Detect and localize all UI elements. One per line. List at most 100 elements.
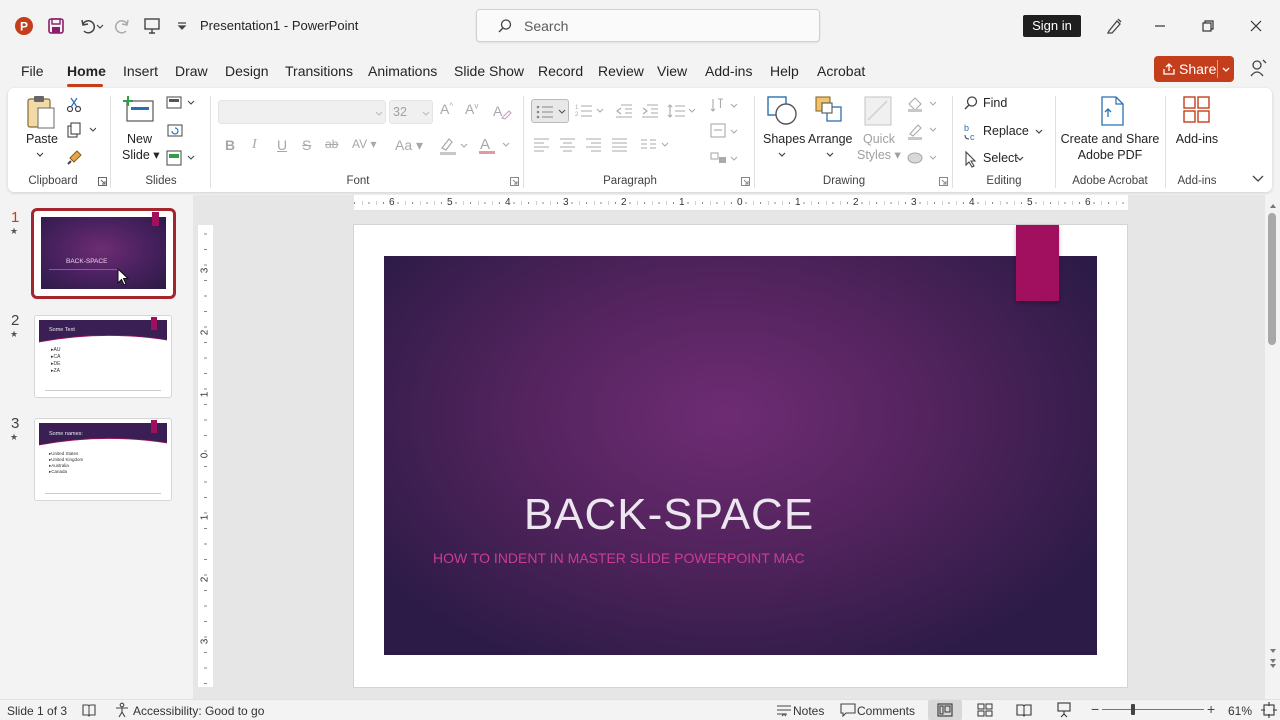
new-slide-button[interactable]: [123, 95, 155, 125]
strikethrough-icon[interactable]: S: [302, 137, 311, 153]
chevron-down-icon[interactable]: [1222, 66, 1230, 74]
select-button[interactable]: Select: [963, 150, 1033, 168]
text-direction-icon[interactable]: [709, 96, 739, 114]
accessibility-icon[interactable]: [114, 702, 130, 718]
minimize-icon[interactable]: [1148, 14, 1172, 38]
accessibility-status[interactable]: Accessibility: Good to go: [133, 704, 264, 718]
paste-dropdown-icon[interactable]: [36, 151, 44, 159]
layout-icon[interactable]: [166, 96, 196, 110]
fit-slide-icon[interactable]: [1261, 702, 1277, 718]
italic-icon[interactable]: I: [252, 137, 257, 153]
align-text-icon[interactable]: [709, 122, 739, 140]
shape-effects-icon[interactable]: [906, 150, 938, 166]
arrange-button[interactable]: [813, 94, 849, 128]
undo-dropdown-icon[interactable]: [94, 14, 106, 38]
tab-slide-show[interactable]: Slide Show: [454, 61, 524, 81]
slide-thumbnail-1[interactable]: BACK-SPACE: [31, 208, 176, 299]
convert-to-smartart-icon[interactable]: [709, 149, 739, 167]
designer-pen-icon[interactable]: [1102, 14, 1126, 38]
vertical-ruler[interactable]: 3 2 1 0 1 2 3: [198, 225, 213, 687]
notes-button[interactable]: Notes: [793, 704, 824, 718]
tab-file[interactable]: File: [21, 61, 44, 81]
paragraph-launcher-icon[interactable]: [741, 177, 750, 186]
reset-slide-icon[interactable]: [166, 122, 184, 138]
tab-help[interactable]: Help: [770, 61, 799, 81]
slide-accent-tab[interactable]: [1016, 225, 1059, 301]
scroll-up-icon[interactable]: [1269, 202, 1277, 210]
decrease-indent-icon[interactable]: [615, 103, 633, 119]
copy-icon[interactable]: [66, 122, 96, 138]
scroll-thumb[interactable]: [1268, 213, 1276, 345]
redo-icon[interactable]: [110, 14, 134, 38]
zoom-out-icon[interactable]: −: [1091, 701, 1099, 717]
drawing-launcher-icon[interactable]: [939, 177, 948, 186]
tab-record[interactable]: Record: [538, 61, 583, 81]
presenter-coach-icon[interactable]: [1248, 58, 1268, 78]
slide-sorter-icon[interactable]: [977, 703, 993, 717]
comments-button[interactable]: Comments: [857, 704, 915, 718]
text-shadow-icon[interactable]: ab: [325, 137, 338, 151]
align-left-icon[interactable]: [533, 137, 551, 153]
present-from-beginning-icon[interactable]: [140, 14, 164, 38]
sign-in-button[interactable]: Sign in: [1023, 15, 1081, 37]
section-icon[interactable]: [166, 150, 196, 166]
shape-outline-icon[interactable]: [906, 122, 938, 140]
justify-icon[interactable]: [611, 137, 629, 153]
character-spacing-icon[interactable]: AV ▾: [352, 137, 376, 151]
tab-home[interactable]: Home: [67, 61, 106, 81]
align-right-icon[interactable]: [585, 137, 603, 153]
restore-icon[interactable]: [1196, 14, 1220, 38]
arrange-dropdown-icon[interactable]: [826, 151, 834, 159]
quick-styles-button[interactable]: [862, 94, 896, 128]
tab-draw[interactable]: Draw: [175, 61, 208, 81]
columns-icon[interactable]: [640, 137, 670, 153]
vertical-scrollbar[interactable]: [1265, 195, 1280, 699]
reading-view-icon[interactable]: [1016, 703, 1032, 717]
zoom-slider-thumb[interactable]: [1131, 704, 1135, 715]
decrease-font-size-icon[interactable]: Av: [465, 101, 478, 117]
tab-add-ins[interactable]: Add-ins: [705, 61, 752, 81]
font-color-icon[interactable]: A: [478, 135, 512, 155]
scroll-down-icon[interactable]: [1269, 647, 1277, 671]
change-case-icon[interactable]: Aa ▾: [395, 137, 423, 154]
numbering-icon[interactable]: 12: [575, 103, 605, 119]
zoom-level[interactable]: 61%: [1228, 704, 1252, 718]
share-button[interactable]: Share: [1154, 56, 1234, 82]
highlight-color-icon[interactable]: [438, 136, 468, 156]
create-share-pdf-button[interactable]: [1098, 95, 1126, 127]
line-spacing-icon[interactable]: [667, 103, 697, 119]
shapes-button[interactable]: [764, 94, 800, 128]
tab-transitions[interactable]: Transitions: [285, 61, 353, 81]
paste-button[interactable]: [24, 94, 58, 130]
save-icon[interactable]: [44, 14, 68, 38]
font-name-select[interactable]: [218, 100, 386, 124]
zoom-in-icon[interactable]: +: [1207, 701, 1215, 717]
tab-review[interactable]: Review: [598, 61, 644, 81]
slide-thumbnail-2[interactable]: Some Text ▸AU ▸CA ▸DE ▸ZA: [34, 315, 172, 398]
collapse-ribbon-icon[interactable]: [1252, 174, 1264, 184]
spelling-check-icon[interactable]: [82, 703, 96, 717]
format-painter-icon[interactable]: [66, 148, 84, 166]
slide-subtitle[interactable]: HOW TO INDENT IN MASTER SLIDE POWERPOINT…: [433, 550, 805, 566]
tab-design[interactable]: Design: [225, 61, 269, 81]
shape-fill-icon[interactable]: [906, 96, 938, 112]
find-button[interactable]: Find: [963, 95, 1043, 113]
slide-thumbnail-3[interactable]: Some names: ▸United States ▸United Kingd…: [34, 418, 172, 501]
cut-icon[interactable]: [66, 96, 82, 112]
increase-indent-icon[interactable]: [641, 103, 659, 119]
font-launcher-icon[interactable]: [510, 177, 519, 186]
search-input[interactable]: Search: [476, 9, 820, 42]
close-icon[interactable]: [1244, 14, 1268, 38]
slide-title[interactable]: BACK-SPACE: [384, 490, 954, 540]
replace-button[interactable]: bc Replace: [963, 123, 1047, 141]
bullets-button[interactable]: [531, 99, 569, 123]
clear-formatting-icon[interactable]: A: [492, 102, 512, 120]
tab-animations[interactable]: Animations: [368, 61, 437, 81]
add-ins-button[interactable]: [1182, 95, 1212, 125]
slide-show-icon[interactable]: [1056, 702, 1072, 718]
tab-acrobat[interactable]: Acrobat: [817, 61, 865, 81]
tab-view[interactable]: View: [657, 61, 687, 81]
tab-insert[interactable]: Insert: [123, 61, 158, 81]
customize-toolbar-icon[interactable]: [170, 14, 194, 38]
clipboard-launcher-icon[interactable]: [98, 177, 107, 186]
